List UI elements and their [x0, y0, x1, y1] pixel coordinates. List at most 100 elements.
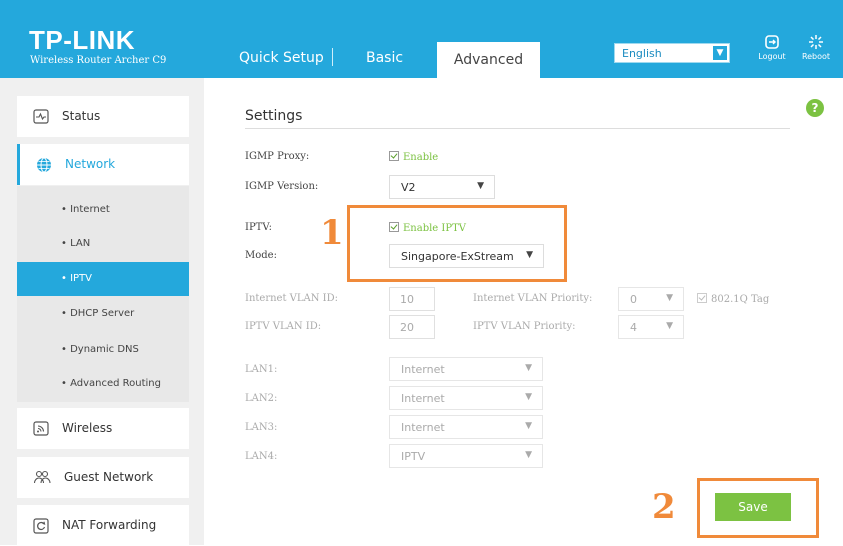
- main-content: [204, 78, 843, 545]
- checkbox-checked-icon: [697, 293, 707, 303]
- checkbox-checked-icon: [389, 151, 399, 161]
- lan4-value: IPTV: [401, 450, 426, 463]
- step1-highlight-box: [347, 205, 567, 282]
- help-icon[interactable]: ?: [806, 99, 824, 117]
- tab-quick-setup[interactable]: Quick Setup: [239, 50, 324, 66]
- subitem-label: • Internet: [61, 204, 110, 215]
- title-divider: [245, 128, 790, 129]
- logout-button[interactable]: Logout: [752, 34, 792, 61]
- chevron-down-icon: ▼: [666, 321, 673, 331]
- 8021q-tag-checkbox[interactable]: 802.1Q Tag: [697, 293, 769, 305]
- mode-label: Mode:: [245, 250, 277, 261]
- lan1-value: Internet: [401, 363, 445, 376]
- iptv-vlan-id-value: 20: [400, 321, 414, 334]
- subitem-text: Advanced Routing: [70, 378, 161, 389]
- page-title: Settings: [245, 108, 303, 124]
- subitem-text: LAN: [70, 238, 91, 249]
- lan4-select[interactable]: IPTV ▼: [389, 444, 543, 468]
- lan1-select[interactable]: Internet ▼: [389, 357, 543, 381]
- igmp-version-value: V2: [401, 181, 416, 194]
- subitem-text: IPTV: [70, 273, 93, 284]
- iptv-vlan-id-label: IPTV VLAN ID:: [245, 321, 322, 332]
- sidebar-item-label: Guest Network: [64, 470, 154, 484]
- sidebar-item-label: Network: [65, 157, 116, 171]
- chevron-down-icon: ▼: [713, 46, 727, 60]
- tab-advanced[interactable]: Advanced: [437, 42, 540, 78]
- subitem-label: • Dynamic DNS: [61, 344, 139, 355]
- sidebar-subitem-lan[interactable]: • LAN: [17, 227, 189, 261]
- sidebar-item-label: NAT Forwarding: [62, 518, 157, 532]
- internet-vlan-priority-select[interactable]: 0 ▼: [618, 287, 684, 311]
- 8021q-tag-label: 802.1Q Tag: [711, 294, 770, 305]
- globe-icon: [37, 157, 51, 173]
- iptv-vlan-priority-label: IPTV VLAN Priority:: [473, 321, 576, 332]
- model-name: Wireless Router Archer C9: [30, 55, 167, 66]
- language-select[interactable]: English ▼: [614, 43, 730, 63]
- save-button[interactable]: Save: [715, 493, 791, 521]
- lan1-label: LAN1:: [245, 364, 278, 375]
- reboot-button[interactable]: Reboot: [796, 34, 836, 61]
- lan3-value: Internet: [401, 421, 445, 434]
- sidebar-subitem-iptv[interactable]: • IPTV: [17, 262, 189, 296]
- sidebar-item-network[interactable]: Network: [17, 144, 189, 185]
- internet-vlan-id-input[interactable]: 10: [389, 287, 435, 311]
- sidebar-item-guest-network[interactable]: Guest Network: [17, 457, 189, 498]
- guest-icon: [33, 470, 51, 484]
- igmp-proxy-value: Enable: [403, 152, 439, 163]
- internet-vlan-id-value: 10: [400, 293, 414, 306]
- iptv-label: IPTV:: [245, 222, 272, 233]
- subitem-label: • Advanced Routing: [61, 378, 161, 389]
- iptv-vlan-id-input[interactable]: 20: [389, 315, 435, 339]
- sidebar-item-label: Status: [62, 109, 101, 123]
- sidebar-subitem-internet[interactable]: • Internet: [17, 193, 189, 227]
- chevron-down-icon: ▼: [525, 363, 532, 373]
- step2-number: 2: [652, 487, 676, 527]
- igmp-proxy-label: IGMP Proxy:: [245, 151, 310, 162]
- tab-divider: [332, 48, 333, 66]
- step1-number: 1: [320, 213, 344, 253]
- wireless-icon: [33, 421, 49, 436]
- tab-basic[interactable]: Basic: [366, 50, 403, 66]
- lan2-label: LAN2:: [245, 393, 278, 404]
- logout-label: Logout: [758, 52, 786, 61]
- subitem-label: • DHCP Server: [61, 308, 135, 319]
- internet-vlan-id-label: Internet VLAN ID:: [245, 293, 339, 304]
- reboot-icon: [809, 35, 823, 49]
- chevron-down-icon: ▼: [525, 450, 532, 460]
- iptv-vlan-priority-value: 4: [630, 321, 637, 334]
- header-bar: TP-LINK Wireless Router Archer C9 Quick …: [0, 0, 843, 78]
- igmp-version-label: IGMP Version:: [245, 181, 319, 192]
- iptv-vlan-priority-select[interactable]: 4 ▼: [618, 315, 684, 339]
- lan3-select[interactable]: Internet ▼: [389, 415, 543, 439]
- subitem-text: DHCP Server: [70, 308, 135, 319]
- sidebar-subitem-dhcp-server[interactable]: • DHCP Server: [17, 297, 189, 331]
- sidebar-subitem-dynamic-dns[interactable]: • Dynamic DNS: [17, 333, 189, 367]
- sidebar-item-label: Wireless: [62, 421, 113, 435]
- chevron-down-icon: ▼: [477, 181, 484, 191]
- status-icon: [33, 109, 49, 124]
- reboot-label: Reboot: [801, 52, 831, 61]
- sidebar-item-wireless[interactable]: Wireless: [17, 408, 189, 449]
- sidebar-item-nat-forwarding[interactable]: NAT Forwarding: [17, 505, 189, 546]
- subitem-text: Internet: [70, 204, 110, 215]
- igmp-version-select[interactable]: V2 ▼: [389, 175, 495, 199]
- subitem-label: • LAN: [61, 238, 91, 249]
- logout-icon: [765, 35, 779, 49]
- lan4-label: LAN4:: [245, 451, 278, 462]
- lan3-label: LAN3:: [245, 422, 278, 433]
- subitem-label: • IPTV: [61, 273, 93, 284]
- nat-icon: [33, 518, 49, 534]
- internet-vlan-priority-value: 0: [630, 293, 637, 306]
- sidebar-item-status[interactable]: Status: [17, 96, 189, 137]
- sidebar-subitem-advanced-routing[interactable]: • Advanced Routing: [17, 367, 189, 401]
- lan2-value: Internet: [401, 392, 445, 405]
- internet-vlan-priority-label: Internet VLAN Priority:: [473, 293, 593, 304]
- subitem-text: Dynamic DNS: [70, 344, 139, 355]
- igmp-proxy-checkbox[interactable]: Enable: [389, 151, 438, 163]
- chevron-down-icon: ▼: [525, 421, 532, 431]
- lan2-select[interactable]: Internet ▼: [389, 386, 543, 410]
- chevron-down-icon: ▼: [525, 392, 532, 402]
- brand-logo: TP-LINK: [29, 25, 136, 55]
- language-value: English: [622, 47, 662, 60]
- chevron-down-icon: ▼: [666, 293, 673, 303]
